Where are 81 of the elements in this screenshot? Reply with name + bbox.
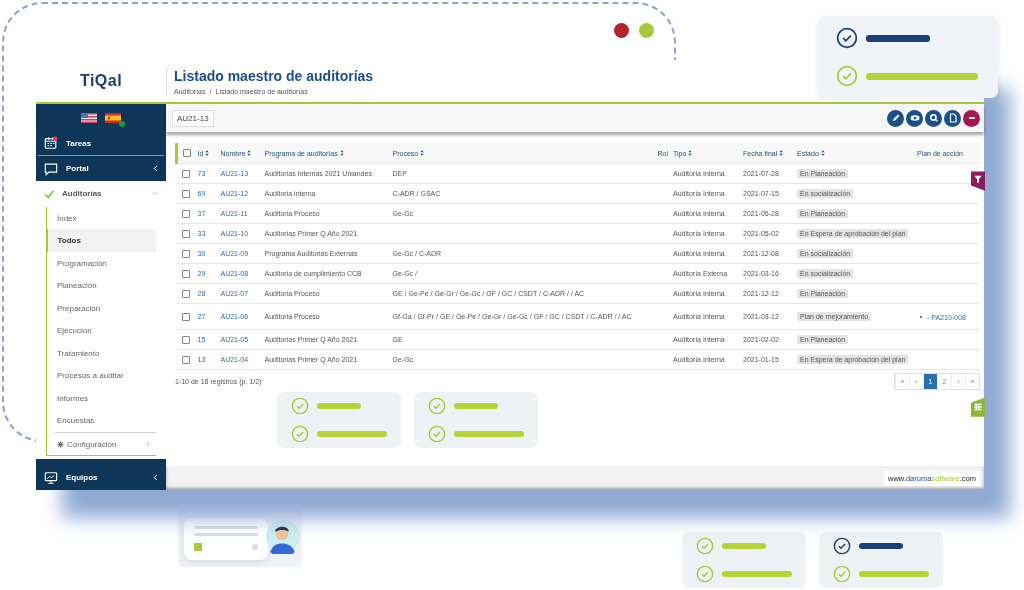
placeholder-line <box>194 533 258 536</box>
chevron-icon <box>152 191 158 197</box>
placeholder-bar <box>454 431 524 437</box>
row-checkbox[interactable] <box>181 355 190 364</box>
action-button[interactable] <box>963 109 980 127</box>
avatar-icon <box>266 520 300 554</box>
submenu-item[interactable]: Ejecución <box>47 319 156 342</box>
action-button[interactable] <box>887 109 904 127</box>
row-checkbox[interactable] <box>181 289 190 298</box>
sort-icon <box>205 150 210 156</box>
row-checkbox[interactable] <box>181 249 190 258</box>
dot-icon <box>252 544 258 550</box>
monitor-icon <box>44 470 58 485</box>
flag-icon <box>81 112 97 123</box>
filter-tab-icon[interactable] <box>971 171 985 191</box>
submenu-item[interactable]: Encuestas <box>47 409 156 432</box>
sidebar-item[interactable]: Auditorías <box>36 180 166 207</box>
placeholder-bar <box>722 543 766 549</box>
placeholder-bar <box>317 403 361 409</box>
placeholder-bar <box>859 543 903 549</box>
page-title: Listado maestro de auditorías <box>174 67 374 84</box>
submenu-item[interactable]: Configuración <box>55 431 156 456</box>
action-button[interactable] <box>944 109 961 127</box>
row-checkbox[interactable] <box>181 312 190 321</box>
check-circle-icon <box>428 397 446 415</box>
row-checkbox[interactable] <box>181 229 190 238</box>
action-button[interactable] <box>925 109 942 127</box>
action-button[interactable] <box>906 109 923 127</box>
window-dot <box>639 23 654 38</box>
placeholder-bar <box>859 571 929 577</box>
check-circle-icon <box>696 537 714 555</box>
check-circle-icon <box>696 565 714 583</box>
submenu-item[interactable]: Informes <box>47 386 156 410</box>
placeholder-bar <box>866 34 930 42</box>
sort-icon <box>779 150 784 156</box>
sort-icon <box>688 150 693 156</box>
submenu-item[interactable]: Planeación <box>47 274 156 297</box>
row-checkbox[interactable] <box>181 269 190 278</box>
sort-icon <box>420 150 425 156</box>
placeholder-bar <box>454 403 498 409</box>
grid-tab-icon[interactable] <box>971 397 985 417</box>
record-chip: AU21-13 <box>172 109 214 127</box>
submenu-item[interactable]: Índex <box>47 206 156 230</box>
check-circle-icon <box>291 425 309 443</box>
chat-icon <box>44 161 58 176</box>
check-circle-icon <box>836 27 858 49</box>
language-flag[interactable] <box>81 112 97 123</box>
chevron-left-icon <box>153 165 158 173</box>
window-dot <box>614 23 629 38</box>
check-circle-icon <box>291 397 309 415</box>
gear-icon <box>57 440 64 448</box>
placeholder-bar <box>317 431 387 437</box>
sidebar-item[interactable]: Tareas <box>38 131 164 157</box>
sidebar-item[interactable]: Portal <box>36 156 166 181</box>
chevron-left-icon <box>153 474 158 482</box>
check-circle-icon <box>836 65 858 87</box>
submenu-item[interactable]: Procesos a auditar <box>47 364 156 387</box>
placeholder-bar <box>722 571 792 577</box>
sort-icon <box>820 150 825 156</box>
flag-icon <box>105 112 121 123</box>
logo: TiQal <box>79 72 123 90</box>
row-checkbox[interactable] <box>181 335 190 344</box>
square-icon <box>194 543 202 551</box>
submenu-item[interactable]: Programación <box>47 251 156 275</box>
calendar-icon <box>44 136 58 151</box>
check-circle-icon <box>833 537 851 555</box>
row-checkbox[interactable] <box>181 189 190 198</box>
row-checkbox[interactable] <box>181 209 190 218</box>
search-icon <box>927 112 940 124</box>
eye-icon <box>908 112 921 124</box>
chevron-left-icon <box>146 441 150 448</box>
submenu-item[interactable]: Todos <box>45 229 156 252</box>
check-circle-icon <box>428 425 446 443</box>
checkmark-icon <box>44 188 55 199</box>
submenu-item[interactable]: Preparación <box>47 296 156 320</box>
check-circle-icon <box>833 565 851 583</box>
submenu-item[interactable]: Tratamiento <box>47 341 156 365</box>
sort-icon <box>247 150 252 156</box>
select-all-checkbox[interactable] <box>183 149 191 157</box>
row-checkbox[interactable] <box>181 169 190 178</box>
sort-icon <box>339 150 344 156</box>
